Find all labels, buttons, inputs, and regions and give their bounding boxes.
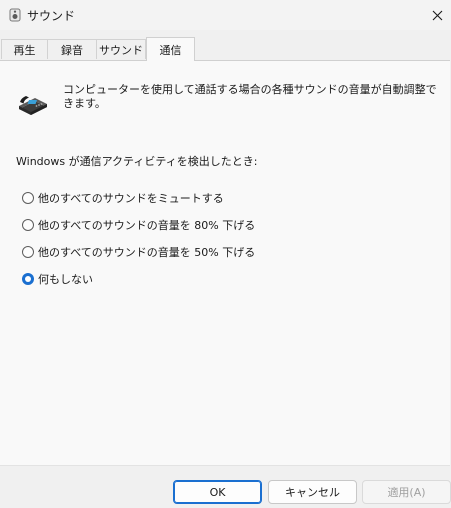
tab-recording[interactable]: 録音 — [47, 39, 97, 59]
option-mute-all[interactable]: 他のすべてのサウンドをミュートする — [22, 190, 224, 206]
tab-playback[interactable]: 再生 — [1, 39, 48, 59]
option-reduce-50[interactable]: 他のすべてのサウンドの音量を 50% 下げる — [22, 244, 255, 260]
description-text: コンピューターを使用して通話する場合の各種サウンドの音量が自動調整できます。 — [63, 83, 437, 110]
radio-reduce-80[interactable] — [22, 219, 34, 231]
option-label: 他のすべてのサウンドの音量を 80% 下げる — [38, 219, 256, 232]
communications-panel: コンピューターを使用して通話する場合の各種サウンドの音量が自動調整できます。 W… — [0, 60, 450, 466]
detection-label: Windows が通信アクティビティを検出したとき: — [16, 155, 258, 168]
sound-dialog: サウンド 再生 録音 サウンド 通信 コンピューターを使用して通話する場合の各種… — [0, 0, 451, 508]
radio-do-nothing[interactable] — [22, 273, 34, 285]
title-bar[interactable]: サウンド — [0, 0, 451, 30]
ok-button[interactable]: OK — [173, 480, 262, 504]
telephone-icon — [19, 96, 47, 115]
radio-reduce-50[interactable] — [22, 246, 34, 258]
tab-communications[interactable]: 通信 — [146, 37, 195, 61]
option-label: 何もしない — [38, 273, 93, 286]
tab-sounds[interactable]: サウンド — [96, 39, 146, 59]
tab-strip: 再生 録音 サウンド 通信 — [0, 37, 451, 61]
option-reduce-80[interactable]: 他のすべてのサウンドの音量を 80% 下げる — [22, 217, 255, 233]
option-label: 他のすべてのサウンドの音量を 50% 下げる — [38, 246, 256, 259]
speaker-icon — [9, 8, 21, 22]
close-button[interactable] — [423, 0, 451, 30]
apply-button[interactable]: 適用(A) — [362, 480, 451, 504]
close-icon — [432, 10, 442, 20]
option-do-nothing[interactable]: 何もしない — [22, 271, 93, 287]
radio-mute-all[interactable] — [22, 192, 34, 204]
window-title: サウンド — [27, 9, 76, 23]
option-label: 他のすべてのサウンドをミュートする — [38, 192, 224, 205]
button-bar: OK キャンセル 適用(A) — [0, 466, 451, 508]
cancel-button[interactable]: キャンセル — [268, 480, 357, 504]
